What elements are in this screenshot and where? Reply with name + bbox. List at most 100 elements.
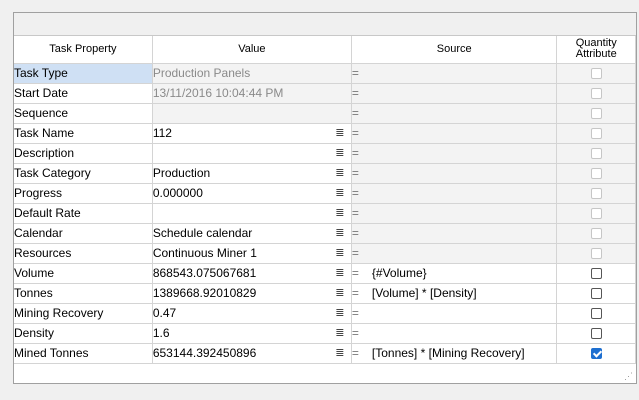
property-name-cell: Task Name — [14, 122, 153, 144]
source-cell[interactable]: = — [350, 102, 558, 124]
value-cell[interactable]: Production ≣ — [151, 162, 352, 184]
source-cell[interactable]: = — [350, 222, 558, 244]
menu-lines-icon[interactable]: ≣ — [335, 307, 345, 319]
source-cell[interactable]: = [Volume] * [Density] — [350, 282, 558, 304]
quantity-attribute-cell — [556, 222, 636, 244]
menu-lines-icon[interactable]: ≣ — [335, 267, 345, 279]
menu-lines-icon[interactable]: ≣ — [335, 127, 345, 139]
menu-lines-icon[interactable]: ≣ — [335, 287, 345, 299]
property-name-cell: Default Rate — [14, 202, 153, 224]
source-cell[interactable]: = — [350, 182, 558, 204]
source-cell[interactable]: = — [350, 62, 558, 84]
property-name-cell: Start Date — [14, 82, 153, 104]
quantity-attribute-cell — [556, 302, 636, 324]
quantity-attribute-checkbox[interactable] — [590, 328, 602, 340]
equals-sign: = — [351, 86, 359, 100]
equals-sign: = — [351, 206, 359, 220]
equals-sign: = — [351, 346, 359, 360]
source-cell[interactable]: = {#Volume} — [350, 262, 558, 284]
value-text: 112 — [152, 126, 172, 140]
value-cell[interactable]: Schedule calendar ≣ — [151, 222, 352, 244]
equals-sign: = — [351, 146, 359, 160]
header-value[interactable]: Value — [151, 36, 352, 64]
value-cell[interactable]: ≣ — [151, 202, 352, 224]
menu-lines-icon[interactable]: ≣ — [335, 187, 345, 199]
table-row[interactable]: Default Rate ≣ = — [14, 202, 636, 224]
table-row[interactable]: Tonnes 1389668.92010829 ≣ = [Volume] * [Dens… — [14, 282, 636, 304]
value-text: 0.000000 — [152, 186, 203, 200]
table-row[interactable]: Task Type Production Panels = — [14, 62, 636, 84]
quantity-attribute-cell — [556, 142, 636, 164]
properties-grid: Task Property Value Source Quantity Attr… — [14, 36, 636, 364]
table-row[interactable]: Density 1.6 ≣ = — [14, 322, 636, 344]
menu-lines-icon[interactable]: ≣ — [335, 207, 345, 219]
quantity-attribute-checkbox[interactable] — [590, 268, 602, 280]
quantity-attribute-cell — [556, 82, 636, 104]
source-cell[interactable]: = — [350, 122, 558, 144]
source-cell[interactable]: = — [350, 202, 558, 224]
value-cell[interactable]: 0.000000 ≣ — [151, 182, 352, 204]
value-text: 1.6 — [152, 326, 170, 340]
resize-grip-icon[interactable]: ⋰ — [624, 371, 634, 381]
header-quantity-attribute[interactable]: Quantity Attribute — [556, 36, 636, 64]
quantity-attribute-checkbox — [590, 128, 602, 140]
source-cell[interactable]: = — [350, 82, 558, 104]
source-cell[interactable]: = [Tonnes] * [Mining Recovery] — [350, 342, 558, 364]
quantity-attribute-cell — [556, 242, 636, 264]
header-task-property[interactable]: Task Property — [14, 36, 153, 64]
table-row[interactable]: Calendar Schedule calendar ≣ = — [14, 222, 636, 244]
source-cell[interactable]: = — [350, 142, 558, 164]
value-cell[interactable]: 1389668.92010829 ≣ — [151, 282, 352, 304]
header-source[interactable]: Source — [350, 36, 558, 64]
value-cell[interactable]: 112 ≣ — [151, 122, 352, 144]
value-cell[interactable]: 1.6 ≣ — [151, 322, 352, 344]
quantity-attribute-checkbox[interactable] — [590, 348, 602, 360]
menu-lines-icon[interactable]: ≣ — [335, 327, 345, 339]
value-text: 0.47 — [152, 306, 177, 320]
table-row[interactable]: Progress 0.000000 ≣ = — [14, 182, 636, 204]
table-row[interactable]: Description ≣ = — [14, 142, 636, 164]
value-cell[interactable]: 653144.392450896 ≣ — [151, 342, 352, 364]
property-name-cell: Resources — [14, 242, 153, 264]
quantity-attribute-cell — [556, 342, 636, 364]
panel-toolbar — [14, 13, 636, 36]
task-properties-panel: Task Property Value Source Quantity Attr… — [13, 12, 637, 384]
quantity-attribute-cell — [556, 282, 636, 304]
quantity-attribute-checkbox — [590, 88, 602, 100]
table-row[interactable]: Sequence = — [14, 102, 636, 124]
source-cell[interactable]: = — [350, 162, 558, 184]
property-name-cell: Density — [14, 322, 153, 344]
table-row[interactable]: Task Category Production ≣ = — [14, 162, 636, 184]
quantity-attribute-checkbox — [590, 148, 602, 160]
value-cell: Production Panels — [151, 62, 352, 84]
source-cell[interactable]: = — [350, 242, 558, 264]
value-text: Schedule calendar — [152, 226, 253, 240]
quantity-attribute-checkbox[interactable] — [590, 288, 602, 300]
value-cell: 13/11/2016 10:04:44 PM — [151, 82, 352, 104]
menu-lines-icon[interactable]: ≣ — [335, 347, 345, 359]
equals-sign: = — [351, 286, 359, 300]
source-cell[interactable]: = — [350, 302, 558, 324]
menu-lines-icon[interactable]: ≣ — [335, 147, 345, 159]
table-row[interactable]: Mined Tonnes 653144.392450896 ≣ = [Tonnes] *… — [14, 342, 636, 364]
menu-lines-icon[interactable]: ≣ — [335, 247, 345, 259]
quantity-attribute-cell — [556, 322, 636, 344]
grid-header-row: Task Property Value Source Quantity Attr… — [14, 36, 636, 64]
equals-sign: = — [351, 106, 359, 120]
table-row[interactable]: Task Name 112 ≣ = — [14, 122, 636, 144]
table-row[interactable]: Mining Recovery 0.47 ≣ = — [14, 302, 636, 324]
value-cell[interactable]: 868543.075067681 ≣ — [151, 262, 352, 284]
property-name-cell: Progress — [14, 182, 153, 204]
source-cell[interactable]: = — [350, 322, 558, 344]
table-row[interactable]: Start Date 13/11/2016 10:04:44 PM = — [14, 82, 636, 104]
value-cell[interactable]: 0.47 ≣ — [151, 302, 352, 324]
value-cell[interactable]: Continuous Miner 1 ≣ — [151, 242, 352, 264]
equals-sign: = — [351, 66, 359, 80]
menu-lines-icon[interactable]: ≣ — [335, 227, 345, 239]
quantity-attribute-checkbox[interactable] — [590, 308, 602, 320]
quantity-attribute-checkbox — [590, 68, 602, 80]
menu-lines-icon[interactable]: ≣ — [335, 167, 345, 179]
table-row[interactable]: Resources Continuous Miner 1 ≣ = — [14, 242, 636, 264]
table-row[interactable]: Volume 868543.075067681 ≣ = {#Volume} — [14, 262, 636, 284]
value-cell[interactable]: ≣ — [151, 142, 352, 164]
